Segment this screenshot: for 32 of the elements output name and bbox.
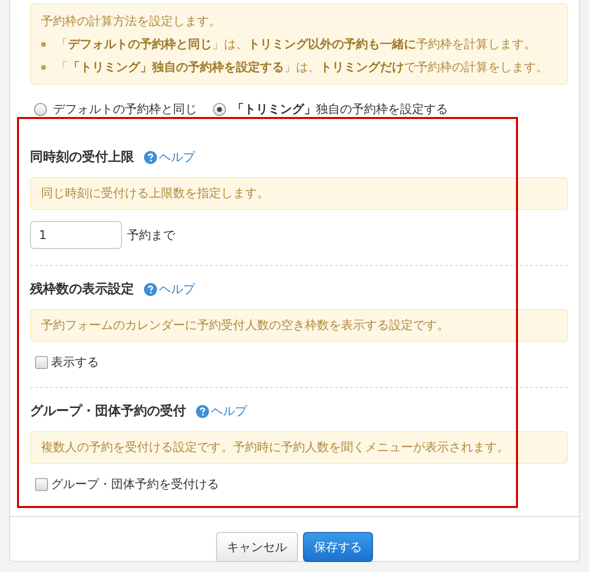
help-link[interactable]: ヘルプ xyxy=(196,402,247,420)
bullet-icon xyxy=(41,42,46,46)
help-link[interactable]: ヘルプ xyxy=(144,148,195,166)
info-text: 予約枠の計算方法を設定します。 xyxy=(41,13,222,30)
save-button[interactable]: 保存する xyxy=(303,532,373,562)
checkbox[interactable] xyxy=(35,478,48,491)
checkbox-label: 表示する xyxy=(51,354,99,371)
help-link[interactable]: ヘルプ xyxy=(144,280,195,298)
radio-icon[interactable] xyxy=(34,103,47,116)
checkbox-label: グループ・団体予約を受付ける xyxy=(51,476,219,493)
help-text: ヘルプ xyxy=(159,280,195,298)
section-title: 同時刻の受付上限 xyxy=(30,148,134,166)
section-title: 残枠数の表示設定 xyxy=(30,280,134,298)
help-icon xyxy=(144,150,157,164)
checkbox-option[interactable]: グループ・団体予約を受付ける xyxy=(35,476,568,493)
help-icon xyxy=(196,404,209,418)
info-text: 「デフォルトの予約枠と同じ」は、トリミング以外の予約も一緒に予約枠を計算します。 xyxy=(56,36,536,53)
checkbox[interactable] xyxy=(35,356,48,369)
radio-icon[interactable] xyxy=(213,103,226,116)
info-text: 「「トリミング」独自の予約枠を設定する」は、トリミングだけで予約枠の計算をします。 xyxy=(56,59,548,76)
help-icon xyxy=(144,282,157,296)
input-suffix: 予約まで xyxy=(127,226,175,244)
note-text: 同じ時刻に受付ける上限数を指定します。 xyxy=(30,177,568,210)
note-text: 予約フォームのカレンダーに予約受付人数の空き枠数を表示する設定です。 xyxy=(30,309,568,342)
help-text: ヘルプ xyxy=(211,402,247,420)
checkbox-option[interactable]: 表示する xyxy=(35,354,568,371)
note-text: 複数人の予約を受付ける設定です。予約時に予約人数を聞くメニューが表示されます。 xyxy=(30,431,568,464)
section-title: グループ・団体予約の受付 xyxy=(30,402,186,420)
help-text: ヘルプ xyxy=(159,148,195,166)
bullet-icon xyxy=(41,64,46,70)
cancel-button[interactable]: キャンセル xyxy=(216,532,298,562)
input-field[interactable]: 1 xyxy=(30,221,122,249)
